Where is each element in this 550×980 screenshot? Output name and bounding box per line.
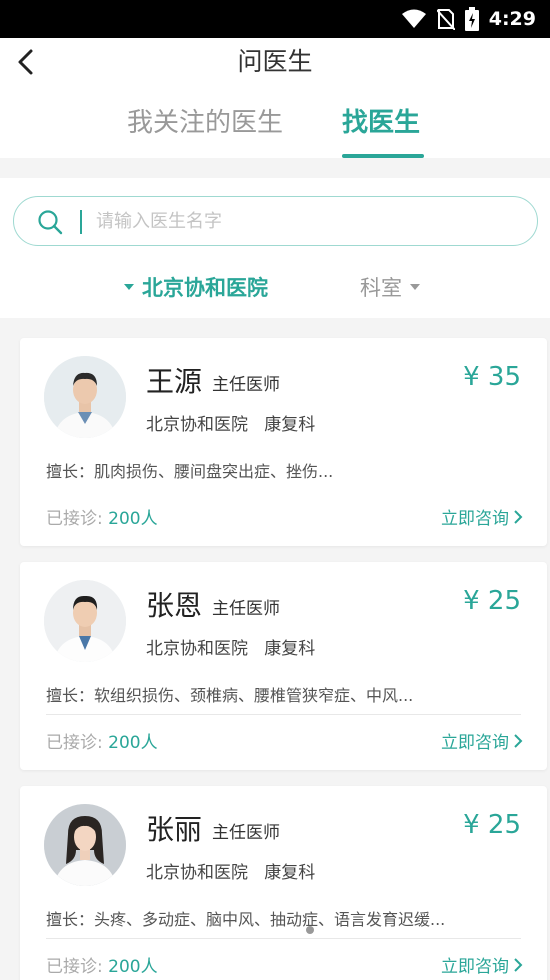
search-icon [38, 210, 63, 235]
consulted-count: 已接诊: 200人 [46, 504, 158, 529]
consult-now-label: 立即咨询 [441, 957, 509, 977]
filter-area: 北京协和医院 科室 [0, 178, 550, 318]
search-input[interactable] [96, 205, 516, 237]
doctor-name: 王源 [146, 365, 203, 398]
doctor-name: 张恩 [146, 589, 203, 622]
consult-now-button[interactable]: 立即咨询 [441, 728, 523, 753]
no-sim-icon [436, 9, 455, 30]
card-divider [46, 714, 521, 715]
page-title: 问医生 [237, 47, 313, 76]
doctor-card[interactable]: 张丽 主任医师 ¥ 25 北京协和医院 康复科 擅长：头疼、多动症、脑中风、抽动… [20, 786, 547, 980]
consult-now-label: 立即咨询 [441, 509, 509, 529]
consult-now-label: 立即咨询 [441, 733, 509, 753]
doctor-name: 张丽 [146, 813, 203, 846]
consulted-value: 200人 [108, 957, 158, 977]
doctor-avatar [44, 804, 126, 886]
consulted-value: 200人 [108, 509, 158, 529]
text-caret [80, 210, 82, 234]
card-divider [46, 938, 521, 939]
consult-now-button[interactable]: 立即咨询 [441, 952, 523, 977]
wifi-icon [401, 9, 426, 28]
caret-down-icon [410, 284, 420, 290]
doctor-card[interactable]: 王源 主任医师 ¥ 35 北京协和医院 康复科 擅长：肌肉损伤、腰间盘突出症、挫… [20, 338, 547, 546]
active-tab-indicator [342, 154, 424, 158]
consult-now-button[interactable]: 立即咨询 [441, 504, 523, 529]
department-name: 康复科 [264, 415, 316, 435]
chevron-right-icon [514, 509, 523, 524]
hospital-name: 北京协和医院 [146, 863, 248, 883]
doctor-specialty: 擅长：肌肉损伤、腰间盘突出症、挫伤... [46, 462, 334, 481]
doctor-avatar [44, 580, 126, 662]
doctor-hospital: 北京协和医院 康复科 [146, 858, 315, 883]
status-icons: 4:29 [401, 0, 536, 38]
consulted-prefix: 已接诊: [46, 733, 109, 753]
doctor-hospital: 北京协和医院 康复科 [146, 410, 315, 435]
hospital-filter-label: 北京协和医院 [142, 276, 268, 300]
doctor-specialty: 擅长：头疼、多动症、脑中风、抽动症、语言发育迟缓... [46, 910, 446, 929]
consulted-count: 已接诊: 200人 [46, 952, 158, 977]
consultation-price: ¥ 25 [463, 586, 521, 616]
doctor-title: 主任医师 [212, 375, 280, 395]
consulted-prefix: 已接诊: [46, 957, 109, 977]
department-filter-label: 科室 [360, 276, 402, 300]
status-time: 4:29 [488, 8, 536, 30]
caret-down-icon [124, 284, 134, 290]
chevron-right-icon [514, 957, 523, 972]
hospital-name: 北京协和医院 [146, 639, 248, 659]
tab-find-doctor[interactable]: 找医生 [342, 102, 420, 139]
hospital-name: 北京协和医院 [146, 415, 248, 435]
department-name: 康复科 [264, 639, 316, 659]
doctor-card[interactable]: 张恩 主任医师 ¥ 25 北京协和医院 康复科 擅长：软组织损伤、颈椎病、腰椎管… [20, 562, 547, 770]
search-box[interactable] [13, 196, 538, 246]
department-name: 康复科 [264, 863, 316, 883]
chevron-right-icon [514, 733, 523, 748]
hospital-filter[interactable]: 北京协和医院 [124, 272, 268, 302]
doctor-hospital: 北京协和医院 康复科 [146, 634, 315, 659]
battery-charging-icon [464, 7, 479, 31]
doctor-title: 主任医师 [212, 823, 280, 843]
scroll-indicator [306, 926, 314, 934]
doctor-title: 主任医师 [212, 599, 280, 619]
consulted-value: 200人 [108, 733, 158, 753]
doctor-specialty: 擅长：软组织损伤、颈椎病、腰椎管狭窄症、中风... [46, 686, 414, 705]
doctor-avatar [44, 356, 126, 438]
header: 问医生 我关注的医生 找医生 [0, 38, 550, 158]
consultation-price: ¥ 25 [463, 810, 521, 840]
tab-following-doctors[interactable]: 我关注的医生 [127, 102, 283, 139]
consultation-price: ¥ 35 [463, 362, 521, 392]
department-filter[interactable]: 科室 [360, 272, 420, 302]
consulted-count: 已接诊: 200人 [46, 728, 158, 753]
consulted-prefix: 已接诊: [46, 509, 109, 529]
status-bar: 4:29 [0, 0, 550, 38]
